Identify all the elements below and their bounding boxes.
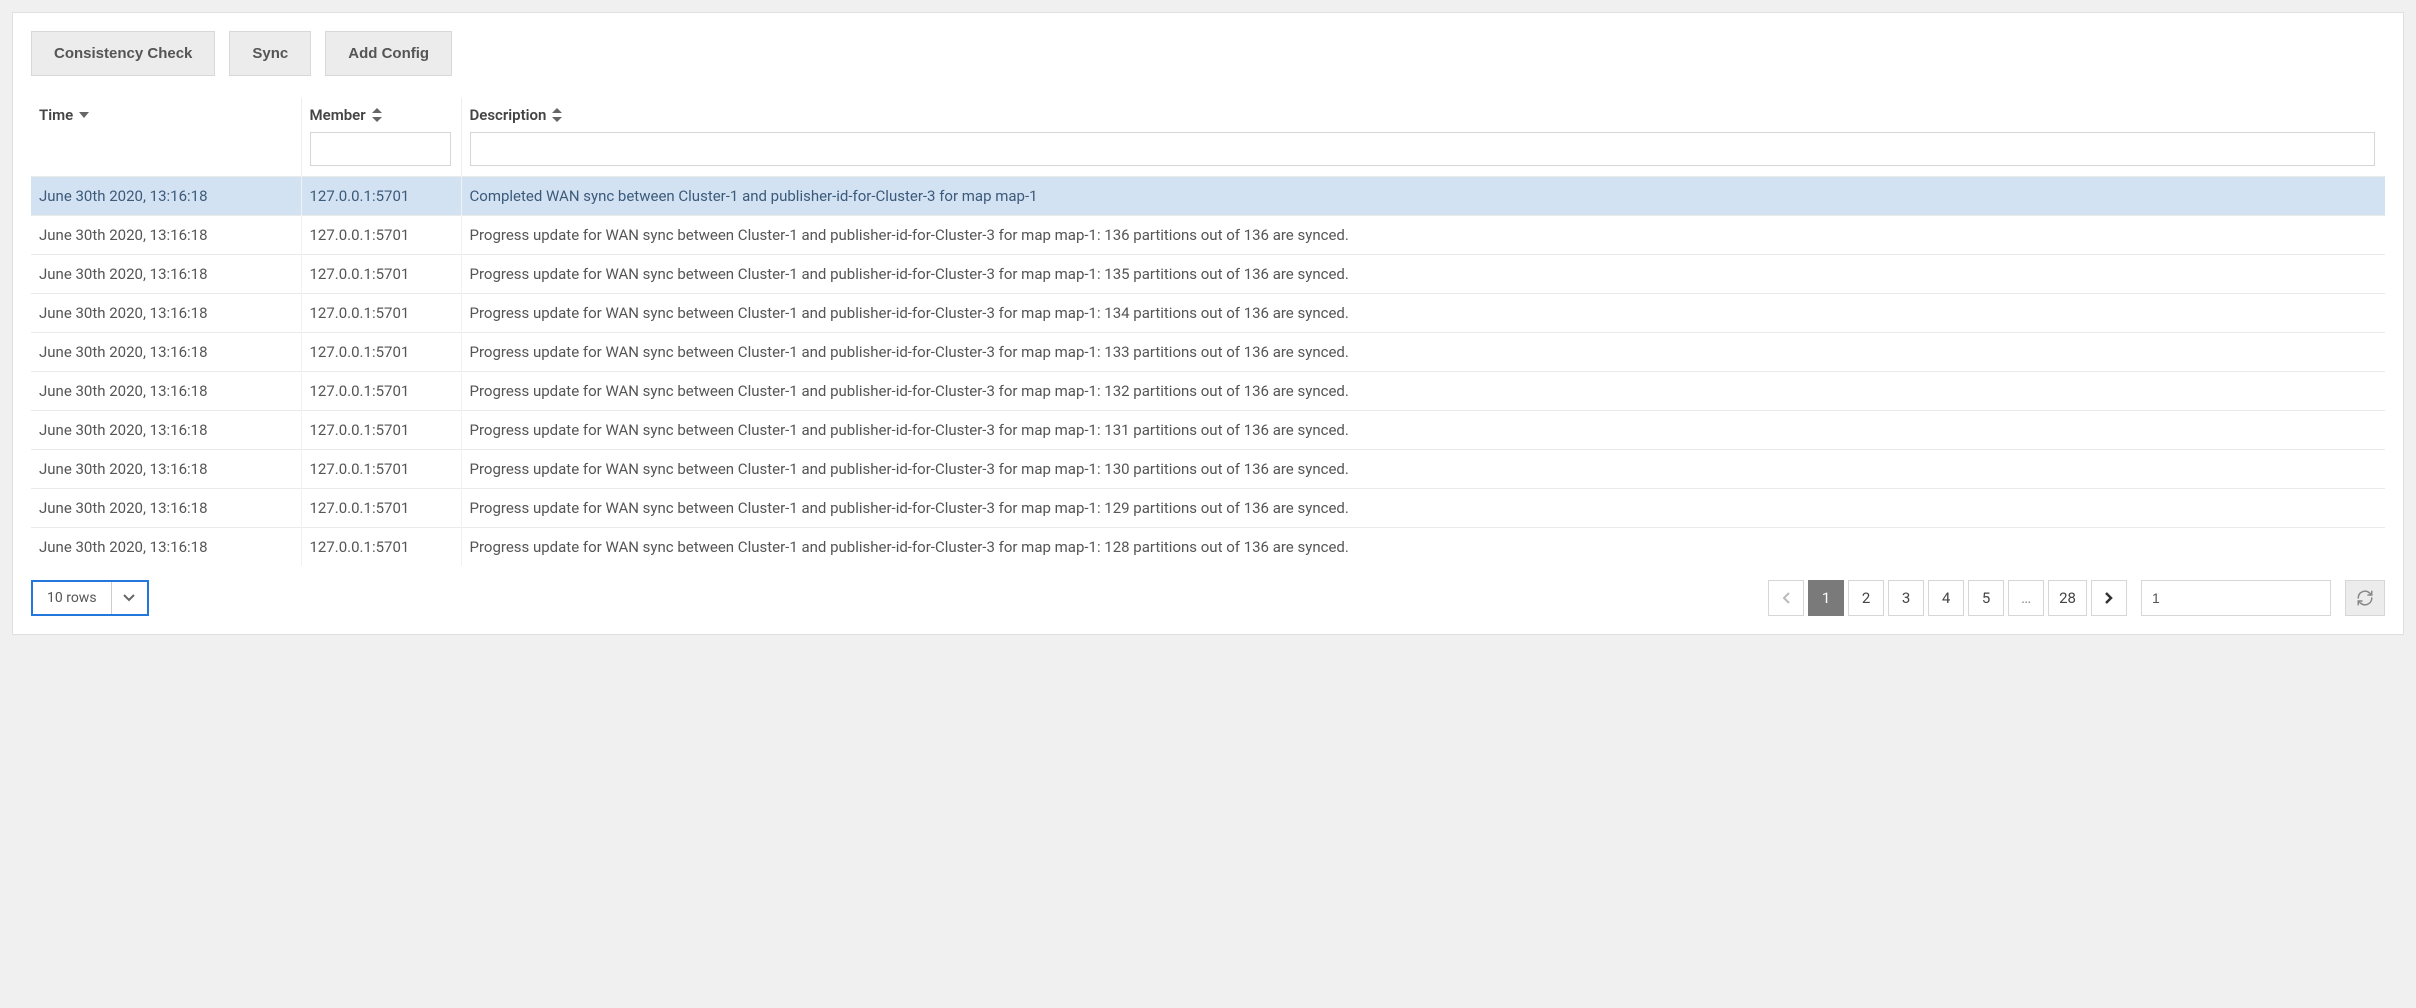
table-row[interactable]: June 30th 2020, 13:16:18127.0.0.1:5701Pr… — [31, 294, 2385, 333]
cell-member: 127.0.0.1:5701 — [301, 294, 461, 333]
cell-time: June 30th 2020, 13:16:18 — [31, 255, 301, 294]
pagination: 12345 … 28 — [1768, 580, 2127, 616]
cell-time: June 30th 2020, 13:16:18 — [31, 528, 301, 567]
chevron-down-icon — [111, 582, 147, 614]
table-row[interactable]: June 30th 2020, 13:16:18127.0.0.1:5701Pr… — [31, 450, 2385, 489]
cell-member: 127.0.0.1:5701 — [301, 216, 461, 255]
cell-description: Progress update for WAN sync between Clu… — [461, 450, 2385, 489]
cell-member: 127.0.0.1:5701 — [301, 528, 461, 567]
column-header-member[interactable]: Member — [301, 98, 461, 177]
cell-time: June 30th 2020, 13:16:18 — [31, 177, 301, 216]
cell-description: Progress update for WAN sync between Clu… — [461, 489, 2385, 528]
chevron-left-icon — [1782, 592, 1790, 604]
sync-button[interactable]: Sync — [229, 31, 311, 76]
cell-time: June 30th 2020, 13:16:18 — [31, 411, 301, 450]
column-header-time[interactable]: Time — [31, 98, 301, 177]
events-panel: Consistency Check Sync Add Config Time M… — [12, 12, 2404, 635]
column-label: Member — [310, 106, 366, 124]
cell-description: Progress update for WAN sync between Clu… — [461, 255, 2385, 294]
cell-description: Progress update for WAN sync between Clu… — [461, 411, 2385, 450]
page-button-3[interactable]: 3 — [1888, 580, 1924, 616]
cell-member: 127.0.0.1:5701 — [301, 177, 461, 216]
table-row[interactable]: June 30th 2020, 13:16:18127.0.0.1:5701Pr… — [31, 372, 2385, 411]
cell-description: Progress update for WAN sync between Clu… — [461, 216, 2385, 255]
cell-description: Completed WAN sync between Cluster-1 and… — [461, 177, 2385, 216]
page-button-2[interactable]: 2 — [1848, 580, 1884, 616]
sort-both-icon — [552, 108, 562, 122]
rows-per-page-select[interactable]: 10 rows — [31, 580, 149, 616]
column-header-description[interactable]: Description — [461, 98, 2385, 177]
cell-description: Progress update for WAN sync between Clu… — [461, 528, 2385, 567]
sort-desc-icon — [79, 108, 89, 122]
events-table: Time Member Description — [31, 98, 2385, 566]
cell-time: June 30th 2020, 13:16:18 — [31, 450, 301, 489]
cell-description: Progress update for WAN sync between Clu… — [461, 294, 2385, 333]
table-row[interactable]: June 30th 2020, 13:16:18127.0.0.1:5701Pr… — [31, 411, 2385, 450]
prev-page-button[interactable] — [1768, 580, 1804, 616]
cell-description: Progress update for WAN sync between Clu… — [461, 372, 2385, 411]
column-label: Time — [39, 106, 73, 124]
pagination-ellipsis: … — [2008, 580, 2044, 616]
cell-member: 127.0.0.1:5701 — [301, 489, 461, 528]
rows-per-page-label: 10 rows — [33, 590, 111, 606]
add-config-button[interactable]: Add Config — [325, 31, 452, 76]
page-button-4[interactable]: 4 — [1928, 580, 1964, 616]
refresh-icon — [2356, 589, 2374, 607]
cell-time: June 30th 2020, 13:16:18 — [31, 294, 301, 333]
table-row[interactable]: June 30th 2020, 13:16:18127.0.0.1:5701Pr… — [31, 489, 2385, 528]
cell-member: 127.0.0.1:5701 — [301, 372, 461, 411]
consistency-check-button[interactable]: Consistency Check — [31, 31, 215, 76]
table-row[interactable]: June 30th 2020, 13:16:18127.0.0.1:5701Pr… — [31, 216, 2385, 255]
cell-time: June 30th 2020, 13:16:18 — [31, 333, 301, 372]
refresh-button[interactable] — [2345, 580, 2385, 616]
action-toolbar: Consistency Check Sync Add Config — [31, 31, 2385, 76]
last-page-button[interactable]: 28 — [2048, 580, 2087, 616]
member-filter-input[interactable] — [310, 132, 451, 166]
cell-time: June 30th 2020, 13:16:18 — [31, 489, 301, 528]
cell-description: Progress update for WAN sync between Clu… — [461, 333, 2385, 372]
table-row[interactable]: June 30th 2020, 13:16:18127.0.0.1:5701Pr… — [31, 333, 2385, 372]
sort-both-icon — [372, 108, 382, 122]
table-row[interactable]: June 30th 2020, 13:16:18127.0.0.1:5701Pr… — [31, 528, 2385, 567]
page-button-1[interactable]: 1 — [1808, 580, 1844, 616]
description-filter-input[interactable] — [470, 132, 2376, 166]
page-button-5[interactable]: 5 — [1968, 580, 2004, 616]
table-row[interactable]: June 30th 2020, 13:16:18127.0.0.1:5701Co… — [31, 177, 2385, 216]
cell-member: 127.0.0.1:5701 — [301, 333, 461, 372]
cell-time: June 30th 2020, 13:16:18 — [31, 372, 301, 411]
cell-member: 127.0.0.1:5701 — [301, 255, 461, 294]
cell-member: 127.0.0.1:5701 — [301, 411, 461, 450]
cell-time: June 30th 2020, 13:16:18 — [31, 216, 301, 255]
table-row[interactable]: June 30th 2020, 13:16:18127.0.0.1:5701Pr… — [31, 255, 2385, 294]
cell-member: 127.0.0.1:5701 — [301, 450, 461, 489]
column-label: Description — [470, 106, 547, 124]
next-page-button[interactable] — [2091, 580, 2127, 616]
table-footer: 10 rows 12345 … 28 — [31, 580, 2385, 616]
chevron-right-icon — [2105, 592, 2113, 604]
goto-page-input[interactable] — [2141, 580, 2331, 616]
